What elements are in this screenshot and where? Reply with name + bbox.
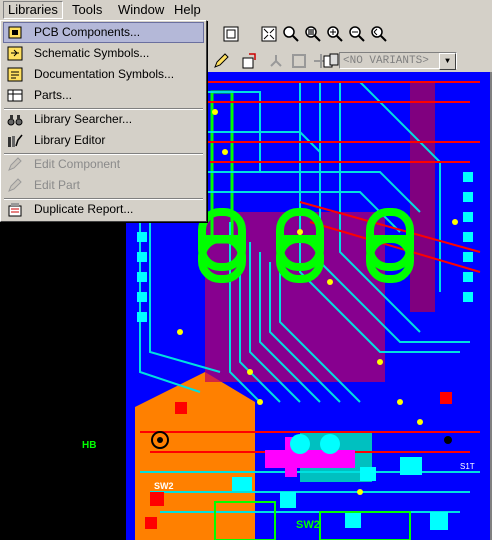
variant-manager-icon[interactable] xyxy=(321,51,341,71)
edit-pencil-icon[interactable] xyxy=(211,51,231,71)
binoculars-icon xyxy=(7,112,23,127)
menu-item-edit-part: Edit Part xyxy=(3,175,204,196)
via-disabled-icon xyxy=(289,51,309,71)
route-disabled-icon xyxy=(267,51,287,71)
menu-item-duplicate-report[interactable]: Duplicate Report... xyxy=(3,199,204,220)
duplicate-report-icon xyxy=(7,202,23,217)
menu-item-parts[interactable]: Parts... xyxy=(3,85,204,106)
chevron-down-icon[interactable]: ▼ xyxy=(439,53,456,70)
sw2-bottom-label: SW2 xyxy=(296,519,320,531)
sw2-left-label: SW2 xyxy=(154,481,174,491)
menu-tools[interactable]: Tools xyxy=(68,2,106,18)
zoom-area-icon[interactable] xyxy=(281,24,301,44)
zoom-out-icon[interactable] xyxy=(347,24,367,44)
library-editor-icon xyxy=(7,133,23,148)
parts-icon xyxy=(7,88,23,103)
menu-item-schematic-symbols[interactable]: Schematic Symbols... xyxy=(3,43,204,64)
menu-item-pcb-components[interactable]: PCB Components... xyxy=(3,22,204,43)
edit-component-icon xyxy=(7,157,23,172)
menu-item-edit-component: Edit Component xyxy=(3,154,204,175)
zoom-in-icon[interactable] xyxy=(325,24,345,44)
libraries-menu: PCB Components... Schematic Symbols... D… xyxy=(0,20,207,222)
pcb-components-icon xyxy=(7,25,23,40)
menu-window[interactable]: Window xyxy=(114,2,168,18)
menu-bar: Libraries Tools Window Help xyxy=(0,0,492,21)
layer-icon[interactable] xyxy=(221,24,241,44)
variants-dropdown[interactable]: <NO VARIANTS> ▼ xyxy=(339,52,457,70)
menu-item-library-editor[interactable]: Library Editor xyxy=(3,130,204,151)
hb-label: HB xyxy=(82,440,97,451)
s1t-label: S1T xyxy=(460,462,475,471)
schematic-symbols-icon xyxy=(7,46,23,61)
menu-libraries[interactable]: Libraries xyxy=(3,1,63,19)
edit-part-icon xyxy=(7,178,23,193)
zoom-fit-icon[interactable] xyxy=(303,24,323,44)
zoom-previous-icon[interactable] xyxy=(369,24,389,44)
component-place-icon[interactable] xyxy=(239,51,259,71)
menu-item-documentation-symbols[interactable]: Documentation Symbols... xyxy=(3,64,204,85)
menu-item-library-searcher[interactable]: Library Searcher... xyxy=(3,109,204,130)
menu-help[interactable]: Help xyxy=(170,2,205,18)
fit-window-icon[interactable] xyxy=(259,24,279,44)
documentation-symbols-icon xyxy=(7,67,23,82)
